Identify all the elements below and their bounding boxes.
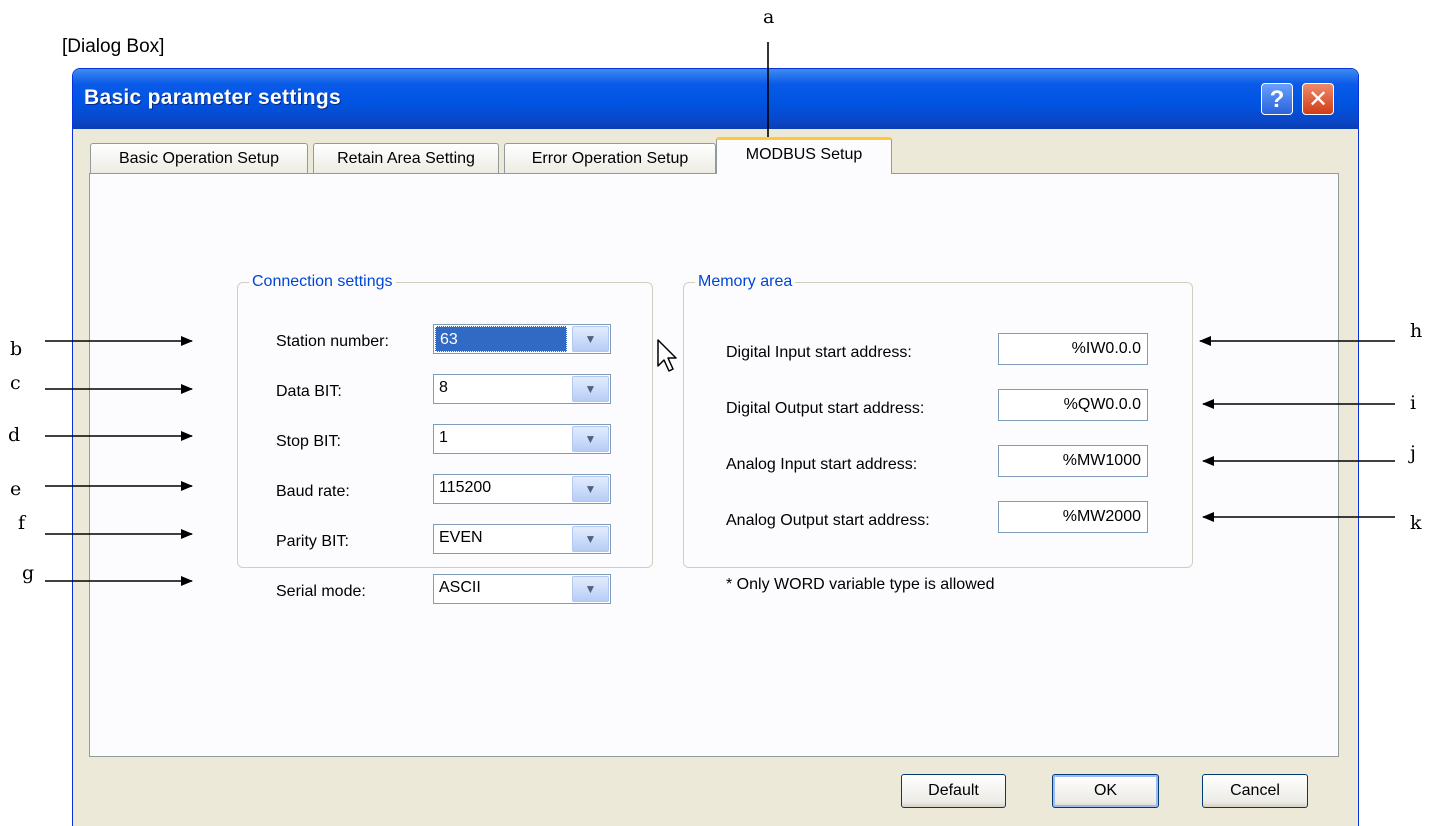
- tab-modbus-setup[interactable]: MODBUS Setup: [716, 137, 892, 174]
- annotation-arrows: [45, 42, 1395, 586]
